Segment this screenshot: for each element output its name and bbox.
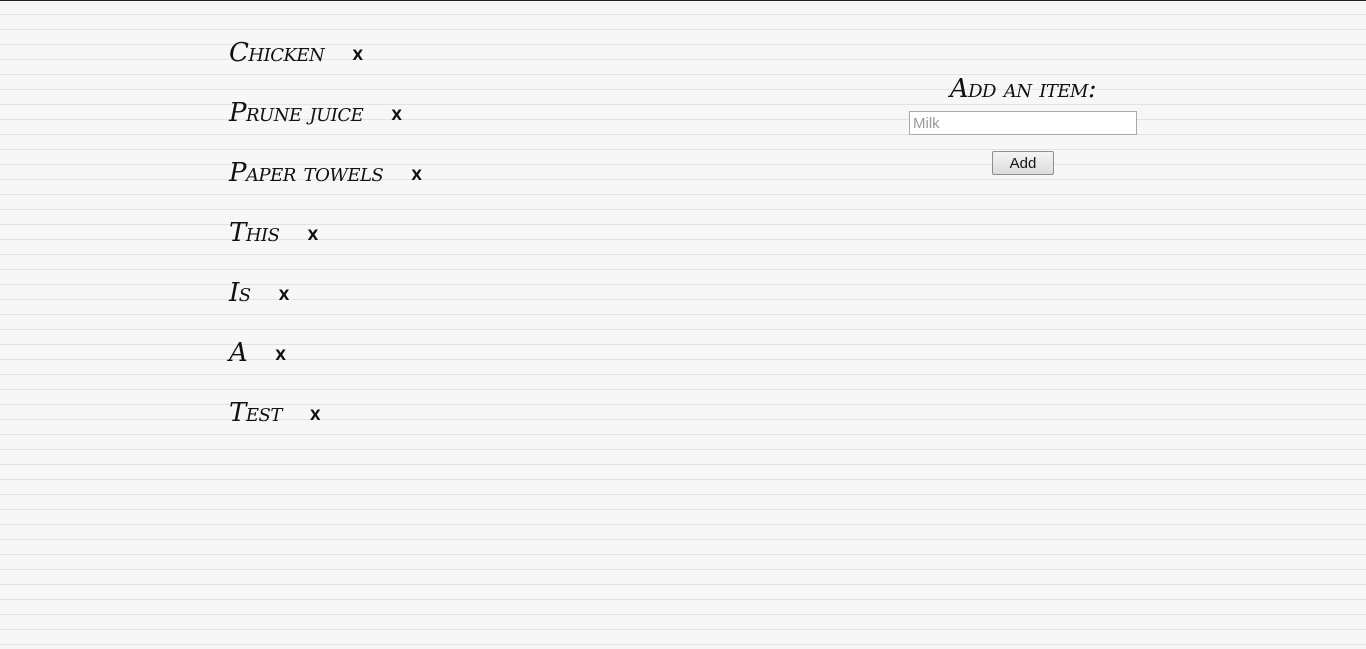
- list-item: Is x: [229, 263, 422, 323]
- add-item-heading: Add an item:: [949, 74, 1097, 104]
- list-item: Test x: [229, 383, 422, 443]
- list-item: Paper towels x: [229, 143, 422, 203]
- remove-item-icon[interactable]: x: [411, 163, 422, 183]
- item-label: Prune juice: [229, 98, 364, 128]
- item-label: Is: [229, 278, 251, 308]
- remove-item-icon[interactable]: x: [307, 223, 318, 243]
- remove-item-icon[interactable]: x: [391, 103, 402, 123]
- remove-item-icon[interactable]: x: [310, 403, 321, 423]
- list-item: This x: [229, 203, 422, 263]
- remove-item-icon[interactable]: x: [275, 343, 286, 363]
- add-button[interactable]: Add: [992, 151, 1054, 175]
- list-item: Chicken x: [229, 23, 422, 83]
- item-label: Test: [229, 398, 282, 428]
- remove-item-icon[interactable]: x: [279, 283, 290, 303]
- item-label: Paper towels: [229, 158, 384, 188]
- item-label: A: [229, 338, 248, 368]
- add-item-input[interactable]: [909, 111, 1137, 135]
- remove-item-icon[interactable]: x: [352, 43, 363, 63]
- item-label: This: [229, 218, 280, 248]
- item-label: Chicken: [229, 38, 325, 68]
- grocery-list: Chicken x Prune juice x Paper towels x T…: [229, 23, 422, 443]
- list-item: A x: [229, 323, 422, 383]
- add-item-panel: Add an item: Add: [909, 71, 1137, 175]
- list-item: Prune juice x: [229, 83, 422, 143]
